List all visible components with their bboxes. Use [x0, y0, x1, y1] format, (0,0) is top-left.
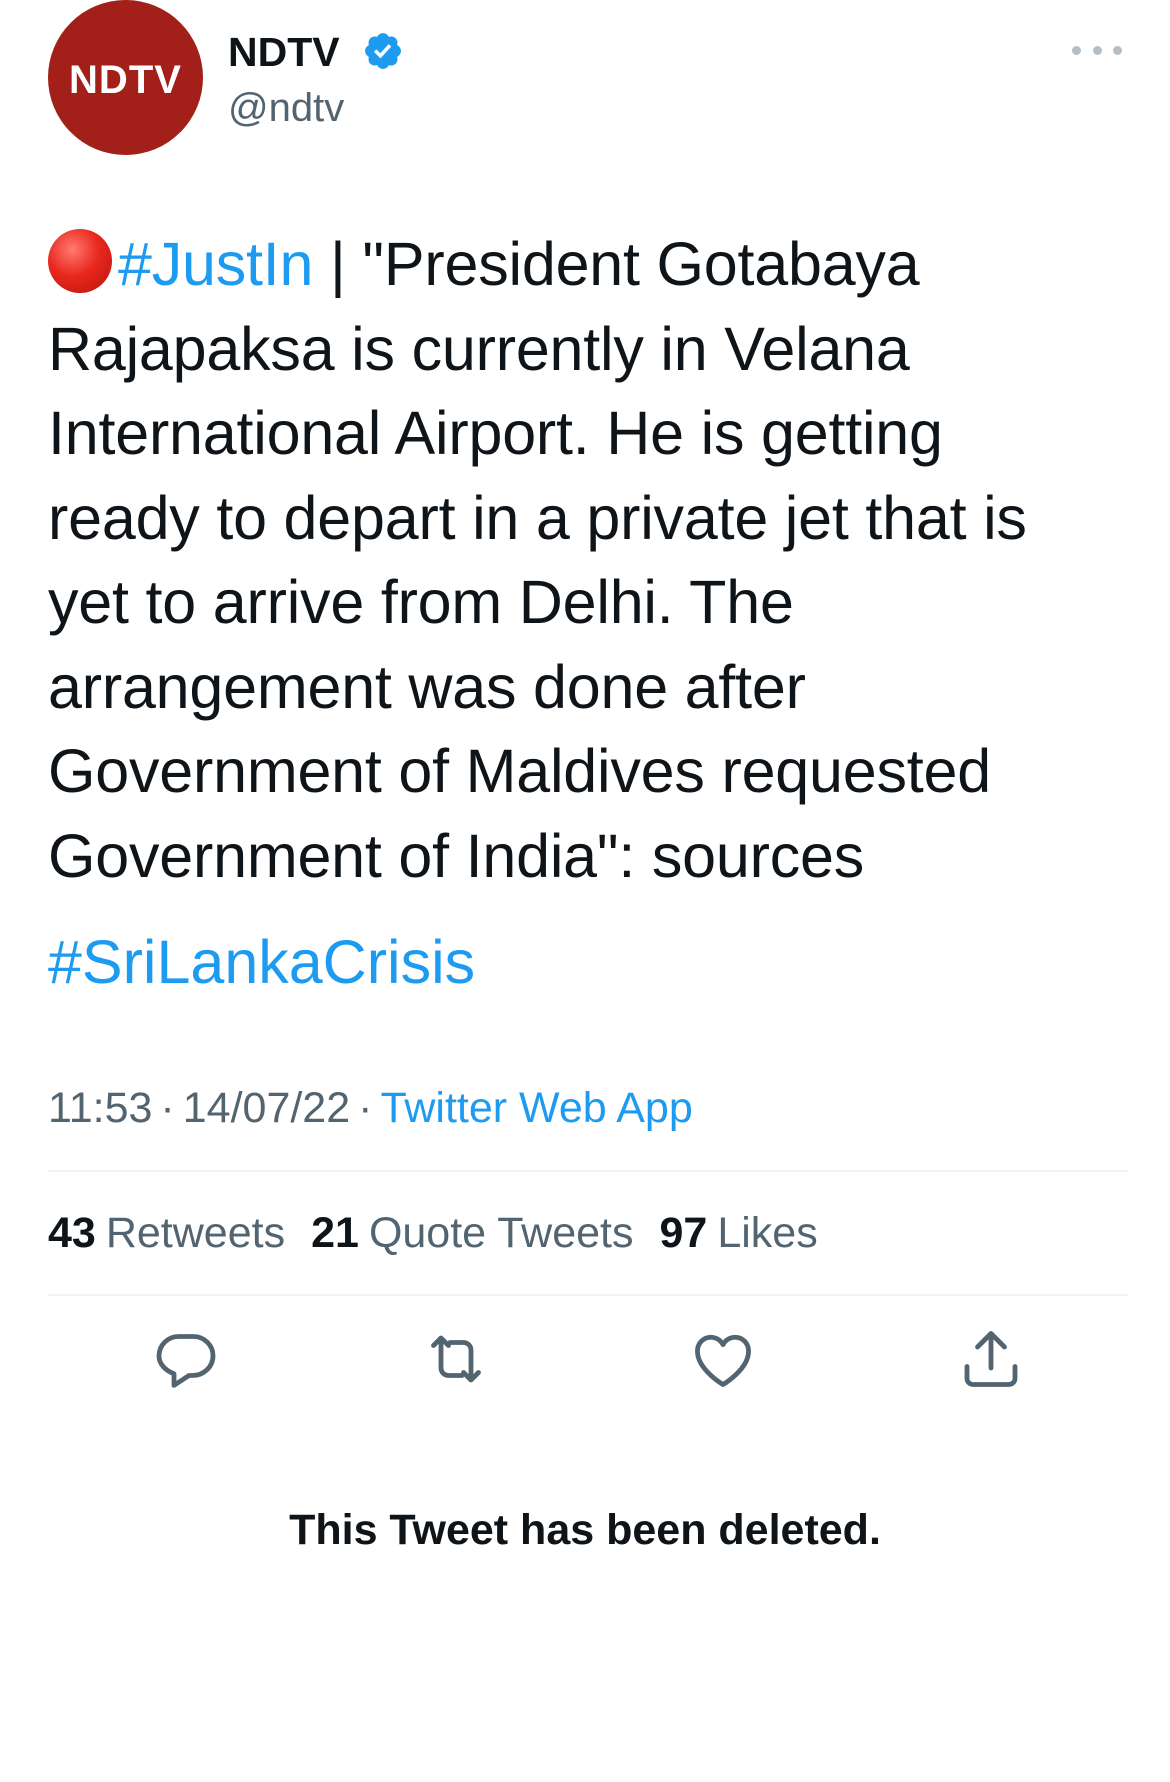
- meta-separator: ·: [358, 1084, 373, 1132]
- retweets-count: 43: [48, 1209, 96, 1257]
- retweets-label: Retweets: [105, 1209, 286, 1257]
- quote-tweets-count: 21: [311, 1209, 359, 1257]
- likes-stat[interactable]: 97 Likes: [659, 1203, 817, 1263]
- share-button[interactable]: [955, 1323, 1027, 1395]
- tweet-line: Rajapaksa is currently in Velana: [48, 314, 910, 383]
- hashtag-justin[interactable]: #JustIn: [118, 230, 313, 298]
- retweets-stat[interactable]: 43 Retweets: [48, 1203, 285, 1263]
- share-icon: [964, 1331, 1018, 1387]
- tweet-line: Government of Maldives requested: [48, 737, 991, 805]
- tweet-line: ready to depart in a private jet that is: [48, 483, 1027, 552]
- tweet-line: International Airport. He is getting: [48, 399, 943, 467]
- reply-button[interactable]: [150, 1323, 222, 1395]
- divider: [48, 1170, 1128, 1172]
- likes-label: Likes: [717, 1209, 818, 1257]
- red-circle-icon: [48, 229, 112, 293]
- like-icon: [695, 1334, 751, 1387]
- dot-icon: [1072, 45, 1081, 55]
- quote-tweets-stat[interactable]: 21 Quote Tweets: [311, 1203, 633, 1263]
- handle[interactable]: @ndtv: [228, 80, 344, 136]
- tweet-page: NDTV NDTV @ndtv #JustIn | "President Got…: [0, 0, 1170, 1782]
- tweet-stats: 43 Retweets 21 Quote Tweets 97 Likes: [48, 1203, 844, 1263]
- ndtv-logo: NDTV: [69, 58, 182, 102]
- more-options-button[interactable]: [1072, 38, 1122, 62]
- dot-icon: [1113, 45, 1122, 55]
- quote-tweets-label: Quote Tweets: [368, 1209, 634, 1257]
- tweet-text: #JustIn | "President Gotabaya Rajapaksa …: [48, 222, 1128, 898]
- reply-icon: [156, 1334, 216, 1388]
- tweet-line-text: | "President Gotabaya: [313, 230, 920, 298]
- tweet-line: Government of India": sources: [48, 821, 865, 890]
- verified-badge-icon: [365, 33, 401, 69]
- tweet-line: yet to arrive from Delhi. The: [48, 568, 794, 636]
- avatar[interactable]: NDTV: [48, 0, 203, 155]
- hashtag-srilankacrisis[interactable]: #SriLankaCrisis: [48, 920, 475, 1004]
- tweet-line: arrangement was done after: [48, 652, 806, 721]
- tweet-source-link[interactable]: Twitter Web App: [380, 1084, 692, 1132]
- display-name[interactable]: NDTV: [228, 24, 340, 80]
- retweet-button[interactable]: [420, 1323, 492, 1395]
- meta-separator: ·: [160, 1084, 175, 1132]
- tweet-line: #JustIn | "President Gotabaya: [48, 222, 1128, 307]
- tweet-meta: 11:53 · 14/07/22 · Twitter Web App: [48, 1078, 693, 1138]
- tweet-time[interactable]: 11:53: [48, 1084, 152, 1132]
- tweet-date[interactable]: 14/07/22: [183, 1084, 350, 1132]
- divider: [48, 1294, 1128, 1296]
- avatar-logo-text: NDTV: [69, 58, 182, 102]
- dot-icon: [1092, 45, 1102, 55]
- like-button[interactable]: [687, 1323, 759, 1395]
- deleted-notice: This Tweet has been deleted.: [289, 1506, 881, 1554]
- retweet-icon: [431, 1335, 481, 1383]
- likes-count: 97: [659, 1209, 708, 1257]
